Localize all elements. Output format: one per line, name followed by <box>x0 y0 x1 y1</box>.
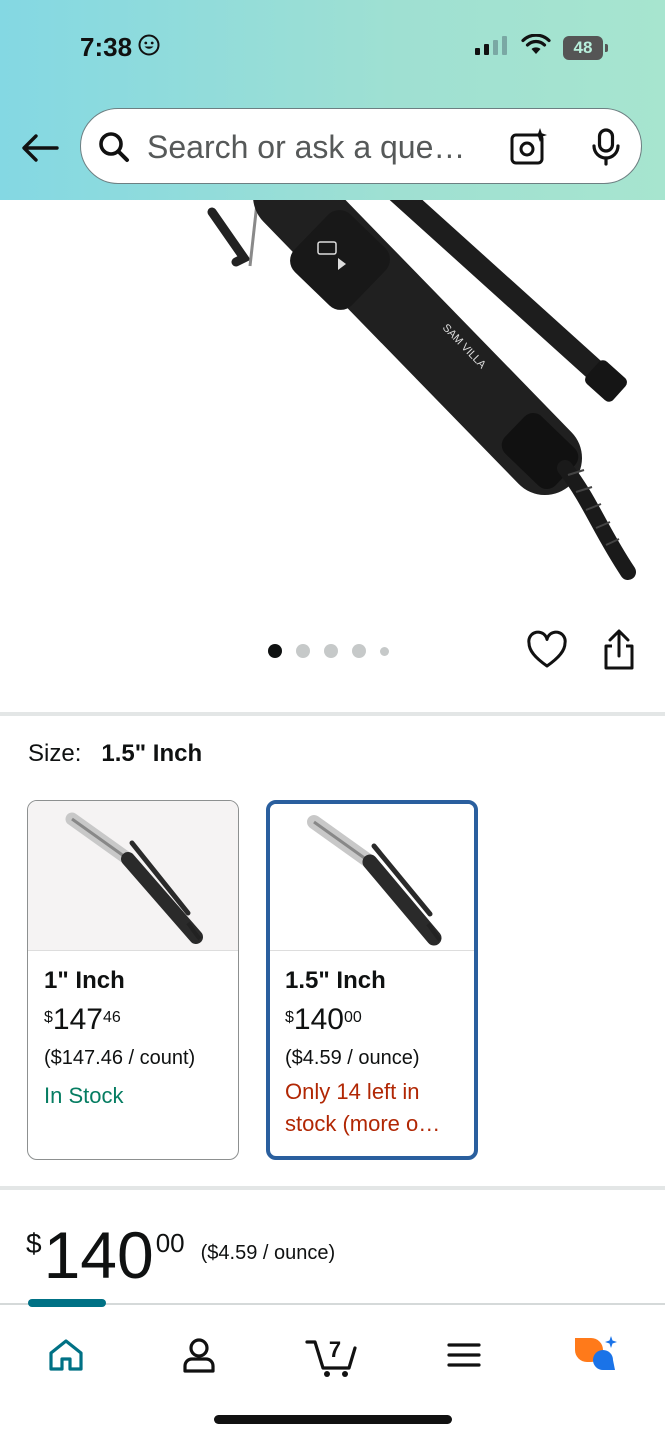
bottom-tab-bar: 7 <box>0 1299 665 1440</box>
carousel-dot-5[interactable] <box>380 646 389 656</box>
home-icon <box>49 1339 83 1371</box>
section-divider <box>0 712 665 716</box>
price-fraction: 00 <box>343 1009 362 1026</box>
search-icon <box>97 130 131 169</box>
cellular-signal-icon <box>475 35 509 60</box>
tab-account[interactable] <box>169 1325 229 1385</box>
main-price-whole: 140 <box>43 1218 154 1292</box>
battery-indicator: 48 <box>563 35 608 60</box>
cart-icon: 7 <box>305 1337 357 1377</box>
back-button[interactable] <box>18 128 62 168</box>
curling-iron-image: SAM VILLA <box>207 200 636 580</box>
arrow-left-icon <box>22 134 59 162</box>
search-placeholder: Search or ask a que… <box>147 129 466 165</box>
size-option-stock: In Stock <box>44 1083 124 1108</box>
camera-lens-icon <box>510 128 547 165</box>
search-input[interactable]: Search or ask a que… <box>80 108 642 184</box>
price-whole: 140 <box>293 1003 344 1036</box>
size-option-unit-price: ($4.59 / ounce) <box>285 1047 420 1069</box>
size-selected-value: 1.5" Inch <box>101 740 203 767</box>
rufus-icon <box>575 1336 617 1370</box>
size-option-unit-price: ($147.46 / count) <box>44 1047 196 1069</box>
section-divider <box>0 1186 665 1190</box>
camera-lens-button[interactable] <box>507 125 551 169</box>
size-option-thumbnail <box>28 801 238 951</box>
tab-cart[interactable]: 7 <box>302 1325 362 1385</box>
main-price-fraction: 00 <box>155 1228 185 1258</box>
wifi-icon <box>521 33 551 61</box>
size-option-thumbnail <box>270 804 474 951</box>
carousel-dot-2[interactable] <box>296 644 310 658</box>
microphone-button[interactable] <box>584 125 628 169</box>
image-carousel-dots[interactable] <box>268 644 389 658</box>
share-button[interactable] <box>600 628 638 672</box>
size-option-price: $ 140 00 <box>285 1005 464 1035</box>
size-option-price: $ 147 46 <box>44 1005 228 1035</box>
heart-icon <box>527 630 567 668</box>
active-tab-indicator <box>28 1299 106 1307</box>
tab-menu[interactable] <box>434 1325 494 1385</box>
price-whole: 147 <box>52 1003 103 1036</box>
tab-home[interactable] <box>36 1325 96 1385</box>
price-symbol: $ <box>285 1009 294 1026</box>
main-unit-price: ($4.59 / ounce) <box>200 1242 336 1264</box>
smiley-icon <box>138 32 160 63</box>
microphone-icon <box>592 128 620 166</box>
size-option-stock: Only 14 left in stock (more o… <box>285 1079 441 1136</box>
carousel-dot-1[interactable] <box>268 644 282 658</box>
size-option-title: 1" Inch <box>44 967 125 994</box>
size-option-title: 1.5" Inch <box>285 967 386 994</box>
main-price: $ 140 00 ($4.59 / ounce) <box>26 1222 335 1288</box>
cart-count: 7 <box>329 1337 341 1362</box>
home-indicator <box>214 1415 452 1424</box>
tab-rufus[interactable] <box>566 1325 626 1385</box>
status-time: 7:38 <box>80 32 160 63</box>
size-label: Size: <box>28 740 82 767</box>
carousel-dot-3[interactable] <box>324 644 338 658</box>
account-icon <box>183 1338 215 1373</box>
main-price-symbol: $ <box>26 1228 42 1259</box>
menu-icon <box>447 1343 481 1367</box>
status-time-text: 7:38 <box>80 32 133 62</box>
header: 7:38 48 Search or ask a que… <box>0 0 665 200</box>
wishlist-button[interactable] <box>526 630 568 672</box>
size-option-1-5-inch[interactable]: 1.5" Inch $ 140 00 ($4.59 / ounce) Only … <box>266 800 478 1160</box>
price-symbol: $ <box>44 1009 53 1026</box>
size-option-1-inch[interactable]: 1" Inch $ 147 46 ($147.46 / count) In St… <box>27 800 239 1160</box>
product-image[interactable]: SAM VILLA <box>0 200 665 620</box>
share-icon <box>604 629 634 670</box>
size-selector-header: Size: 1.5" Inch <box>28 740 202 768</box>
carousel-dot-4[interactable] <box>352 644 366 658</box>
price-fraction: 46 <box>102 1009 121 1026</box>
status-indicators: 48 <box>475 33 608 61</box>
